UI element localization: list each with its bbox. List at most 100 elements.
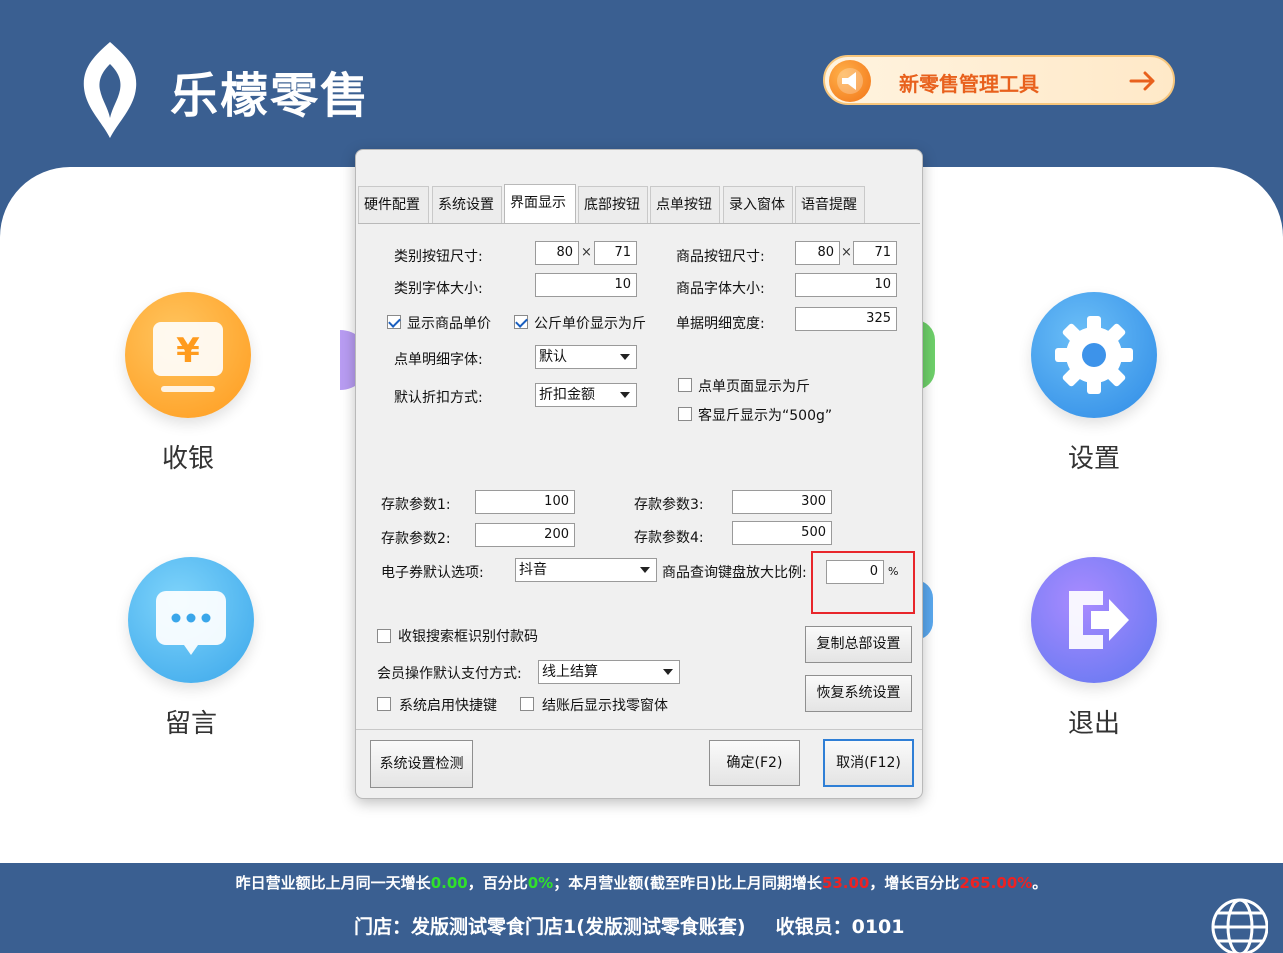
customer-display-jin-label: 客显斤显示为“500g”	[698, 408, 833, 424]
chat-bubble-icon	[128, 557, 254, 683]
chevron-down-icon	[620, 354, 630, 360]
tab-order-buttons[interactable]: 点单按钮	[650, 186, 720, 224]
summary-text: ，百分比	[467, 874, 528, 892]
deposit4-label: 存款参数4:	[634, 530, 704, 546]
deposit1-input[interactable]: 100	[475, 490, 575, 514]
discount-mode-select[interactable]: 折扣金额	[535, 383, 637, 407]
summary-text: 昨日营业额比上月同一天增长	[235, 874, 431, 892]
promo-banner-button[interactable]: 新零售管理工具	[823, 55, 1175, 105]
chevron-down-icon	[640, 567, 650, 573]
detail-font-value: 默认	[539, 349, 567, 365]
discount-mode-label: 默认折扣方式:	[394, 390, 483, 406]
shortcut-keys-checkbox[interactable]	[377, 697, 391, 711]
ecoupon-label: 电子券默认选项:	[381, 565, 484, 581]
exit-icon	[1031, 557, 1157, 683]
ecoupon-select[interactable]: 抖音	[515, 558, 657, 582]
tab-display[interactable]: 界面显示	[504, 184, 576, 224]
confirm-button[interactable]: 确定(F2)	[709, 740, 800, 786]
globe-icon[interactable]	[1208, 893, 1268, 953]
settings-dialog: 硬件配置 系统设置 界面显示 底部按钮 点单按钮 录入窗体 语音提醒 类别按钮尺…	[355, 149, 923, 799]
member-pay-select[interactable]: 线上结算	[538, 660, 680, 684]
store-info: 门店：发版测试零食门店1(发版测试零食账套) 收银员：0101	[354, 912, 904, 939]
summary-text: ，增长百分比	[869, 874, 960, 892]
deposit2-label: 存款参数2:	[381, 531, 451, 547]
tab-voice-prompt[interactable]: 语音提醒	[795, 186, 865, 224]
detail-font-select[interactable]: 默认	[535, 345, 637, 369]
category-btn-height-input[interactable]: 71	[594, 241, 637, 265]
summary-value: 0%	[527, 874, 554, 892]
store-name: 门店：发版测试零食门店1(发版测试零食账套)	[354, 916, 746, 938]
summary-text: 。	[1032, 874, 1048, 892]
order-page-jin-label: 点单页面显示为斤	[698, 379, 810, 395]
settings-check-button[interactable]: 系统设置检测	[370, 740, 473, 788]
cancel-button[interactable]: 取消(F12)	[823, 739, 914, 787]
lemeng-logo-icon	[83, 42, 137, 138]
product-btn-height-input[interactable]: 71	[853, 241, 897, 265]
discount-mode-value: 折扣金额	[539, 387, 595, 403]
gear-icon	[1031, 292, 1157, 418]
svg-text:¥: ¥	[176, 331, 200, 371]
megaphone-icon	[829, 60, 871, 102]
summary-value: 53.00	[821, 874, 870, 892]
arrow-right-icon	[1129, 71, 1155, 91]
product-font-label: 商品字体大小:	[676, 281, 765, 297]
summary-text: ；本月营业额(截至昨日)比上月同期增长	[553, 874, 822, 892]
detail-width-label: 单据明细宽度:	[676, 316, 765, 332]
size-separator: ×	[581, 245, 592, 260]
tile-cashier[interactable]: ¥ 收银	[123, 292, 253, 475]
promo-label: 新零售管理工具	[899, 72, 1039, 96]
show-unit-price-label: 显示商品单价	[407, 316, 491, 332]
member-pay-value: 线上结算	[542, 664, 598, 680]
tile-messages[interactable]: 留言	[126, 557, 256, 740]
cashier-id: 收银员：0101	[775, 916, 905, 938]
detail-width-input[interactable]: 325	[795, 307, 897, 331]
restore-settings-button[interactable]: 恢复系统设置	[805, 675, 912, 712]
tab-bottom-buttons[interactable]: 底部按钮	[578, 186, 648, 224]
copy-hq-settings-button[interactable]: 复制总部设置	[805, 626, 912, 663]
summary-value: 265.00%	[959, 874, 1033, 892]
detail-font-label: 点单明细字体:	[394, 352, 483, 368]
search-paycode-checkbox[interactable]	[377, 629, 391, 643]
search-paycode-label: 收银搜索框识别付款码	[398, 629, 538, 645]
tab-hardware[interactable]: 硬件配置	[358, 186, 429, 224]
member-pay-label: 会员操作默认支付方式:	[377, 666, 522, 682]
order-page-jin-checkbox[interactable]	[678, 378, 692, 392]
size-separator: ×	[841, 245, 852, 260]
shortcut-keys-label: 系统启用快捷键	[399, 698, 497, 714]
deposit4-input[interactable]: 500	[732, 521, 832, 545]
category-font-input[interactable]: 10	[535, 273, 637, 297]
app-name: 乐檬零售	[170, 68, 371, 124]
change-window-checkbox[interactable]	[520, 697, 534, 711]
keypad-zoom-label: 商品查询键盘放大比例:	[662, 565, 807, 581]
product-font-input[interactable]: 10	[795, 273, 897, 297]
customer-display-jin-checkbox[interactable]	[678, 407, 692, 421]
cashier-icon: ¥	[125, 292, 251, 418]
deposit1-label: 存款参数1:	[381, 497, 451, 513]
category-btn-size-label: 类别按钮尺寸:	[394, 249, 483, 265]
tab-divider	[358, 223, 920, 224]
deposit3-label: 存款参数3:	[634, 497, 704, 513]
change-window-label: 结账后显示找零窗体	[542, 698, 668, 714]
kg-price-as-jin-label: 公斤单价显示为斤	[534, 316, 646, 332]
kg-price-as-jin-checkbox[interactable]	[514, 315, 528, 329]
ecoupon-value: 抖音	[519, 562, 547, 578]
tile-settings[interactable]: 设置	[1029, 292, 1159, 475]
tile-messages-label: 留言	[164, 709, 217, 739]
category-btn-width-input[interactable]: 80	[535, 241, 579, 265]
tile-exit-label: 退出	[1067, 709, 1120, 739]
tab-system[interactable]: 系统设置	[432, 186, 502, 224]
tile-cashier-label: 收银	[161, 444, 214, 474]
summary-value: 0.00	[430, 874, 468, 892]
chevron-down-icon	[620, 392, 630, 398]
deposit2-input[interactable]: 200	[475, 523, 575, 547]
product-btn-size-label: 商品按钮尺寸:	[676, 249, 765, 265]
chevron-down-icon	[663, 669, 673, 675]
tile-settings-label: 设置	[1067, 444, 1120, 474]
product-btn-width-input[interactable]: 80	[795, 241, 840, 265]
tab-input-window[interactable]: 录入窗体	[723, 186, 793, 224]
deposit3-input[interactable]: 300	[732, 490, 832, 514]
show-unit-price-checkbox[interactable]	[387, 315, 401, 329]
tile-exit[interactable]: 退出	[1029, 557, 1159, 740]
sales-summary: 昨日营业额比上月同一天增长0.00，百分比0%；本月营业额(截至昨日)比上月同期…	[0, 872, 1283, 893]
highlight-box	[811, 551, 915, 614]
